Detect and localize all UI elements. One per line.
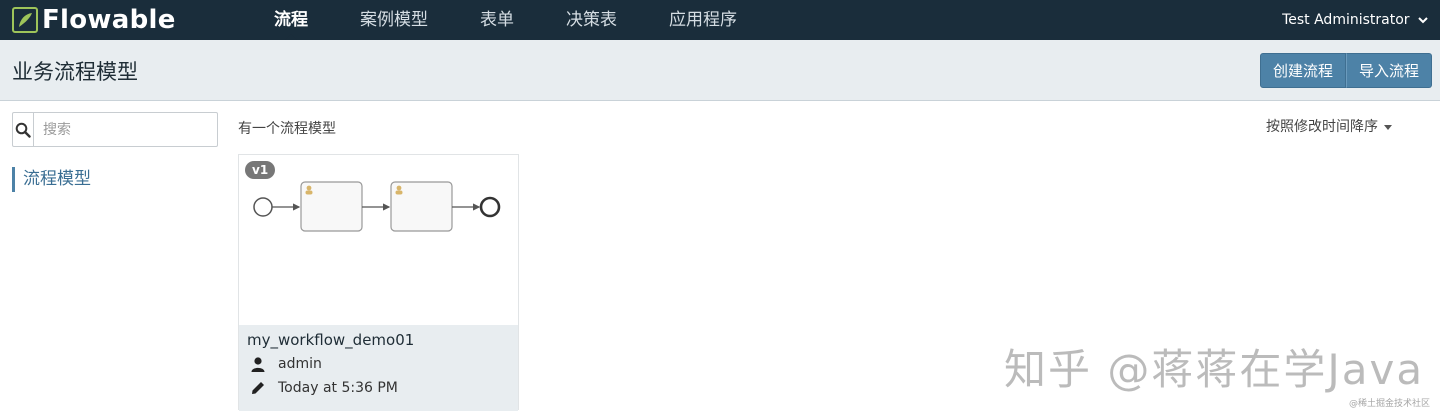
process-thumbnail	[253, 181, 501, 232]
pencil-icon	[247, 381, 269, 395]
version-badge: v1	[245, 161, 276, 179]
process-model-card[interactable]: v1 my_workflow_demo01 admin Today at 5:3…	[238, 154, 519, 411]
card-info: my_workflow_demo01 admin Today at 5:36 P…	[239, 325, 518, 411]
nav-item-case-models[interactable]: 案例模型	[334, 0, 454, 40]
sidebar-item-process-models[interactable]: 流程模型	[12, 167, 91, 192]
search-box	[12, 112, 218, 147]
flowable-logo[interactable]: Flowable	[12, 5, 176, 35]
model-owner-row: admin	[247, 356, 322, 372]
search-input[interactable]	[34, 113, 217, 146]
end-event-icon	[479, 196, 501, 218]
model-count-text: 有一个流程模型	[238, 121, 336, 137]
zhihu-watermark: 知乎 @蒋蒋在学Java	[1004, 345, 1425, 394]
nav-item-forms[interactable]: 表单	[454, 0, 540, 40]
user-name: Test Administrator	[1282, 12, 1410, 28]
create-process-button[interactable]: 创建流程	[1259, 53, 1346, 88]
user-icon	[247, 356, 269, 372]
search-button[interactable]	[13, 113, 34, 146]
model-modified-row: Today at 5:36 PM	[247, 380, 398, 396]
start-event-icon	[253, 197, 273, 217]
nav-item-decision-tables[interactable]: 决策表	[540, 0, 643, 40]
model-owner: admin	[278, 356, 322, 372]
sort-label: 按照修改时间降序	[1266, 119, 1378, 135]
logo-text: Flowable	[42, 5, 176, 35]
model-name: my_workflow_demo01	[247, 331, 415, 349]
sort-dropdown[interactable]: 按照修改时间降序	[1266, 116, 1392, 136]
logo-mark-icon	[12, 7, 38, 33]
page-title: 业务流程模型	[12, 60, 138, 84]
page-header: 业务流程模型 创建流程 导入流程	[0, 40, 1440, 101]
model-modified: Today at 5:36 PM	[278, 380, 398, 396]
top-navbar: Flowable 流程 案例模型 表单 决策表 应用程序 Test Admini…	[0, 0, 1440, 47]
nav-item-processes[interactable]: 流程	[248, 0, 334, 47]
user-menu[interactable]: Test Administrator	[1282, 0, 1428, 40]
import-process-button[interactable]: 导入流程	[1345, 53, 1432, 88]
nav-item-apps[interactable]: 应用程序	[643, 0, 763, 40]
caret-down-icon	[1384, 124, 1392, 130]
header-button-group: 创建流程 导入流程	[1259, 53, 1432, 88]
chevron-down-icon	[1418, 1, 1428, 41]
search-icon	[15, 122, 31, 138]
juejin-watermark: @稀土掘金技术社区	[1348, 399, 1430, 409]
main-nav: 流程 案例模型 表单 决策表 应用程序	[248, 0, 763, 47]
